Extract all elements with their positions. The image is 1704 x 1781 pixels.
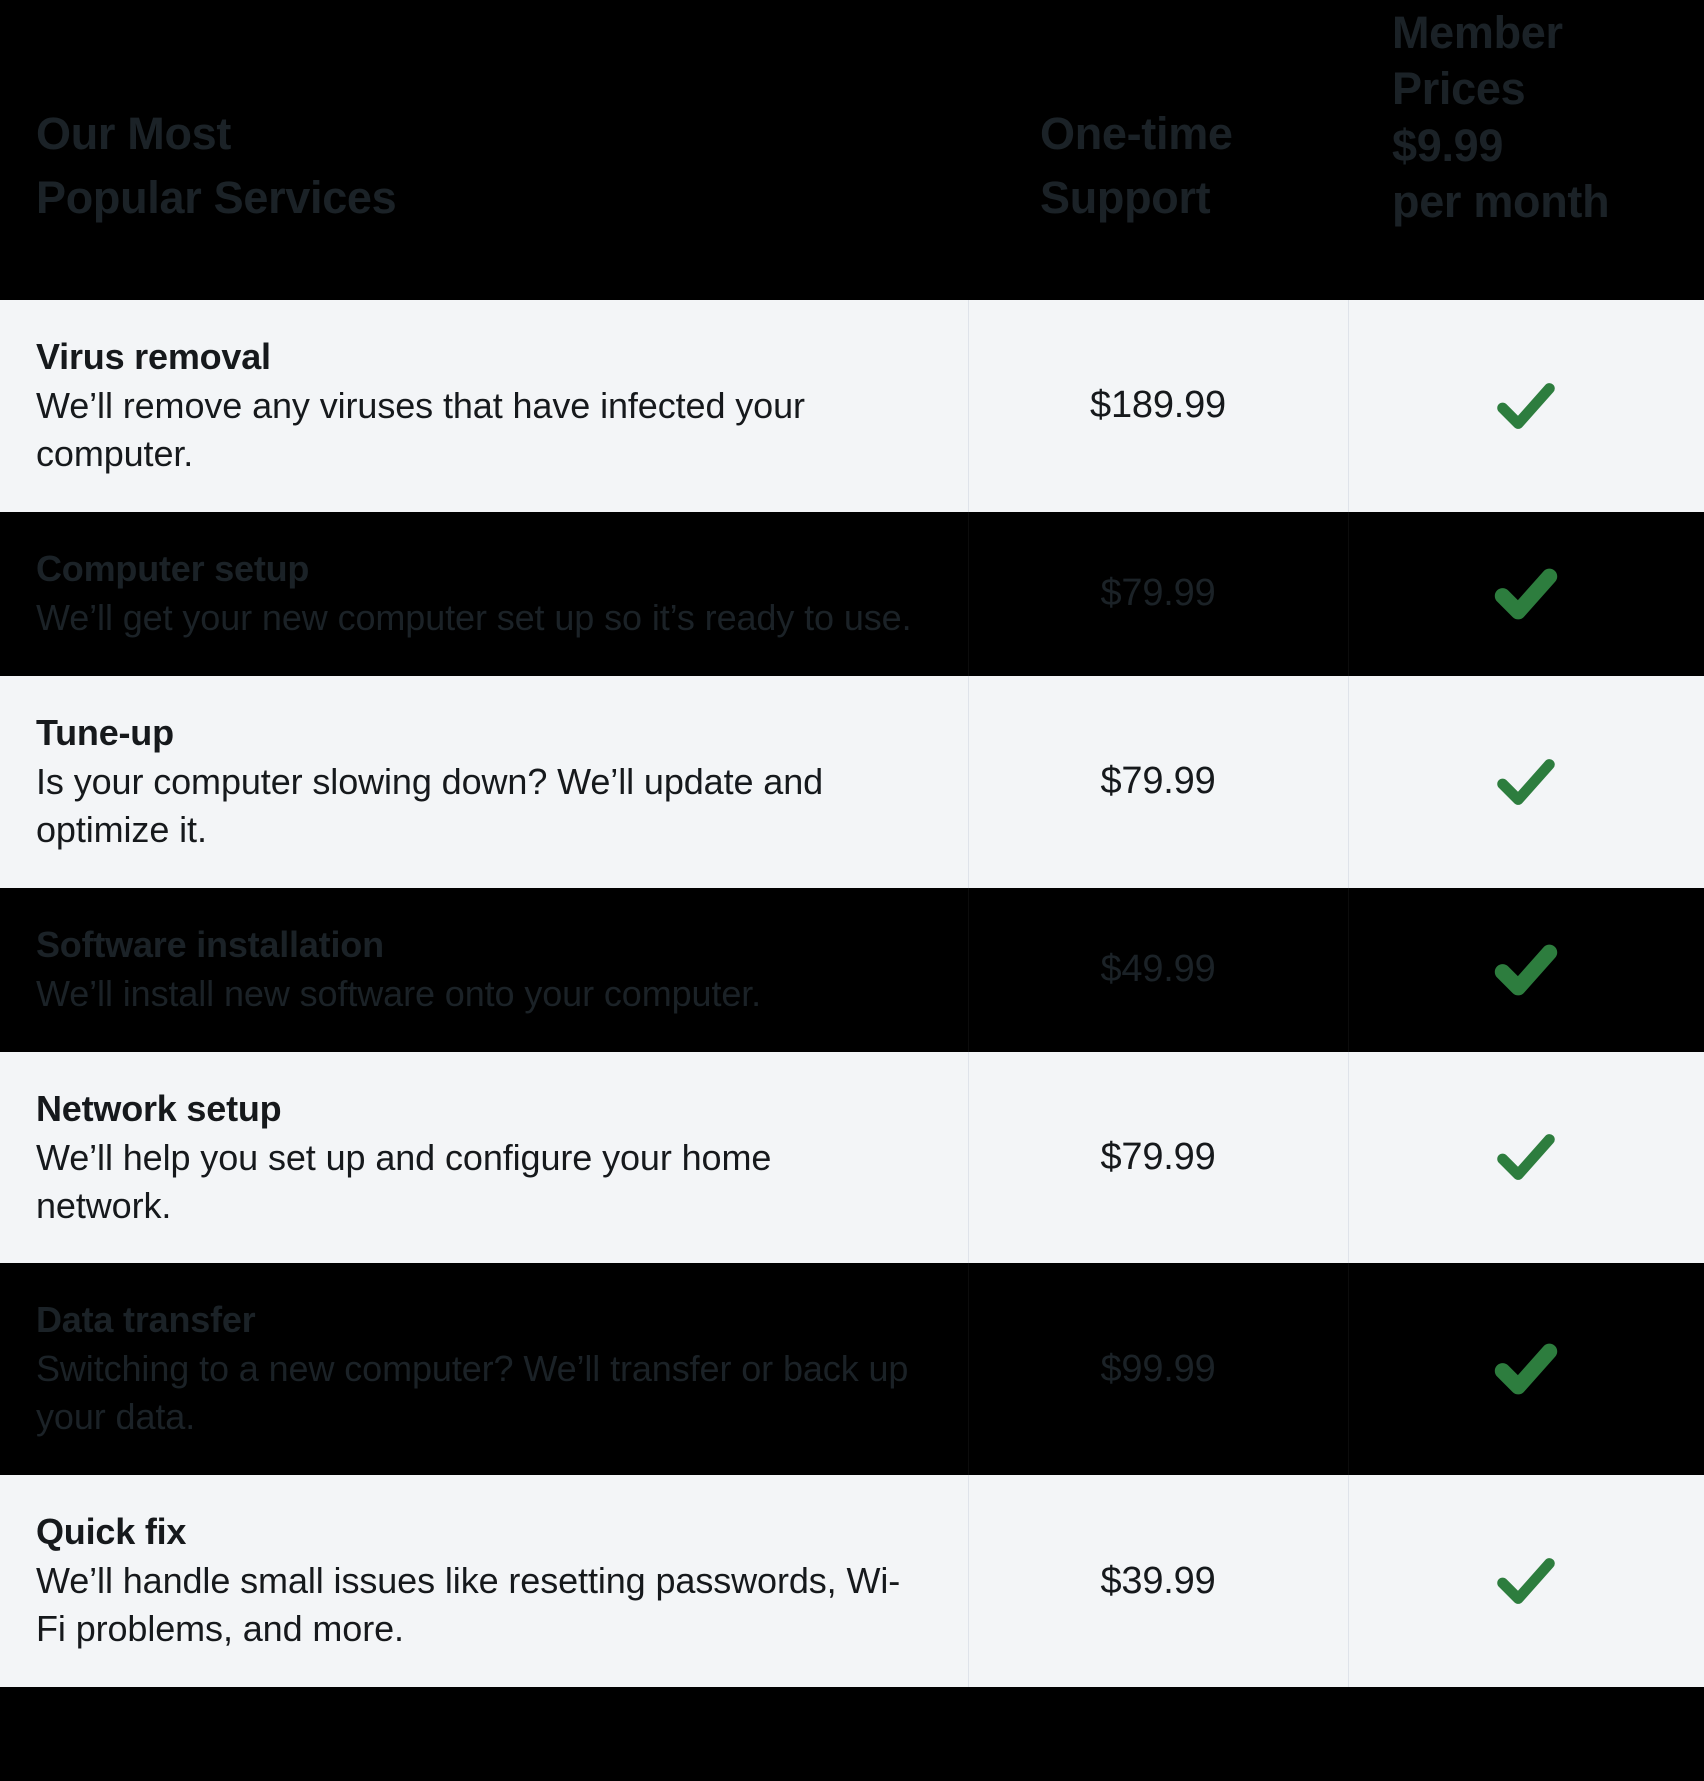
service-description: We’ll help you set up and configure your… xyxy=(36,1136,772,1226)
one-time-price-cell: $49.99 xyxy=(968,888,1348,1052)
table-row-software-installation[interactable]: Software installation We’ll install new … xyxy=(0,887,1704,1052)
header-member-price-amount: $9.99 per month xyxy=(1392,119,1610,227)
service-name: Computer setup xyxy=(36,547,310,589)
service-cell: Virus removal We’ll remove any viruses t… xyxy=(0,300,968,512)
table-row-data-transfer[interactable]: Data transfer Switching to a new compute… xyxy=(0,1263,1704,1476)
one-time-price: $99.99 xyxy=(1100,1347,1216,1390)
table-row-network-setup[interactable]: Network setup We’ll help you set up and … xyxy=(0,1051,1704,1264)
check-icon xyxy=(1497,758,1555,805)
service-cell: Quick fix We’ll handle small issues like… xyxy=(0,1475,968,1687)
service-description: Is your computer slowing down? We’ll upd… xyxy=(36,760,824,850)
one-time-price-cell: $79.99 xyxy=(968,1052,1348,1264)
member-included-cell xyxy=(1348,300,1704,512)
table-header: Our Most Popular Services One-time Suppo… xyxy=(0,0,1704,300)
service-description: We’ll get your new computer set up so it… xyxy=(36,596,912,638)
service-description: We’ll install new software onto your com… xyxy=(36,972,762,1014)
one-time-price: $79.99 xyxy=(1100,760,1216,803)
service-name: Data transfer xyxy=(36,1299,256,1341)
service-cell: Data transfer Switching to a new compute… xyxy=(0,1263,968,1475)
table-body: Virus removal We’ll remove any viruses t… xyxy=(0,300,1704,1688)
check-icon xyxy=(1497,1558,1555,1605)
check-icon xyxy=(1494,568,1558,620)
header-cell-member-prices: Member Prices $9.99 per month xyxy=(1348,0,1704,300)
one-time-price-cell: $79.99 xyxy=(968,512,1348,676)
member-included-cell xyxy=(1348,1263,1704,1475)
one-time-price-cell: $39.99 xyxy=(968,1475,1348,1687)
service-name: Virus removal xyxy=(36,336,271,377)
one-time-price: $79.99 xyxy=(1100,572,1216,615)
member-included-cell xyxy=(1348,512,1704,676)
one-time-price: $49.99 xyxy=(1100,948,1216,991)
header-cell-services: Our Most Popular Services xyxy=(0,0,968,300)
check-icon xyxy=(1494,944,1558,995)
check-icon xyxy=(1494,1343,1558,1395)
member-included-cell xyxy=(1348,888,1704,1052)
one-time-price-cell: $189.99 xyxy=(968,300,1348,512)
service-description: Switching to a new computer? We’ll trans… xyxy=(36,1348,909,1438)
header-one-time-support-title: One-time Support xyxy=(1040,108,1233,224)
table-row-virus-removal[interactable]: Virus removal We’ll remove any viruses t… xyxy=(0,300,1704,512)
one-time-price: $39.99 xyxy=(1100,1559,1216,1602)
one-time-price-cell: $99.99 xyxy=(968,1263,1348,1475)
service-cell: Computer setup We’ll get your new comput… xyxy=(0,512,968,676)
table-row-tune-up[interactable]: Tune-up Is your computer slowing down? W… xyxy=(0,675,1704,888)
services-pricing-table: Our Most Popular Services One-time Suppo… xyxy=(0,0,1704,1781)
table-row-computer-setup[interactable]: Computer setup We’ll get your new comput… xyxy=(0,511,1704,676)
service-name: Quick fix xyxy=(36,1511,187,1553)
member-included-cell xyxy=(1348,1475,1704,1687)
check-icon xyxy=(1497,382,1555,429)
header-cell-one-time-support: One-time Support xyxy=(968,0,1348,300)
one-time-price-cell: $79.99 xyxy=(968,676,1348,888)
service-name: Tune-up xyxy=(36,711,174,753)
member-included-cell xyxy=(1348,1052,1704,1264)
one-time-price: $79.99 xyxy=(1100,1135,1216,1178)
service-description: We’ll remove any viruses that have infec… xyxy=(36,385,805,474)
service-description: We’ll handle small issues like resetting… xyxy=(36,1560,901,1650)
check-icon xyxy=(1497,1134,1555,1181)
service-name: Software installation xyxy=(36,923,384,965)
service-cell: Network setup We’ll help you set up and … xyxy=(0,1052,968,1264)
member-included-cell xyxy=(1348,676,1704,888)
table-row-quick-fix[interactable]: Quick fix We’ll handle small issues like… xyxy=(0,1475,1704,1688)
one-time-price: $189.99 xyxy=(1090,384,1226,427)
header-member-prices-title: Member Prices xyxy=(1392,7,1563,115)
service-cell: Software installation We’ll install new … xyxy=(0,888,968,1052)
service-name: Network setup xyxy=(36,1087,282,1129)
header-services-title: Our Most Popular Services xyxy=(36,108,397,224)
service-cell: Tune-up Is your computer slowing down? W… xyxy=(0,676,968,888)
